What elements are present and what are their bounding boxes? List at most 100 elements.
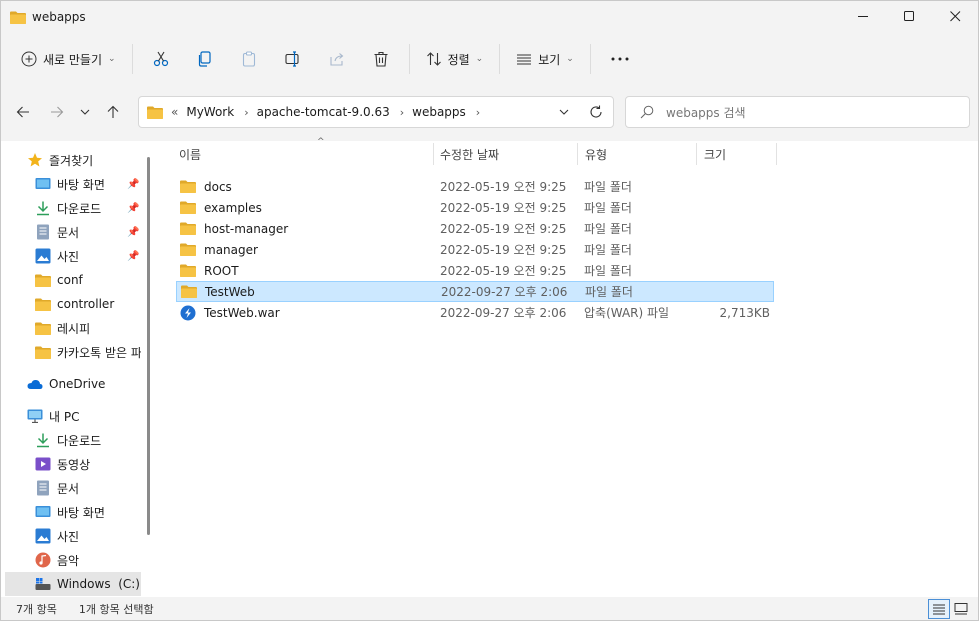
minimize-button[interactable]: [840, 1, 886, 31]
sort-button[interactable]: 정렬 ⌄: [416, 43, 494, 75]
back-button[interactable]: [6, 96, 40, 128]
pin-icon[interactable]: 📌: [127, 251, 139, 262]
computer-icon: [27, 408, 43, 424]
forward-button[interactable]: [40, 96, 74, 128]
search-box[interactable]: webapps 검색: [625, 96, 970, 128]
column-divider[interactable]: [577, 143, 578, 165]
table-row[interactable]: examples 2022-05-19 오전 9:25 파일 폴더: [176, 197, 774, 218]
refresh-button[interactable]: [579, 96, 613, 128]
sidebar-item-kakaotalk[interactable]: 카카오톡 받은 파일: [35, 340, 141, 364]
file-type: 파일 폴더: [585, 285, 633, 299]
details-view-button[interactable]: [928, 599, 950, 619]
large-icons-view-button[interactable]: [950, 599, 972, 619]
paste-button[interactable]: [227, 43, 271, 75]
share-icon: [330, 53, 343, 66]
view-button[interactable]: 보기 ⌄: [506, 43, 584, 75]
sidebar-item-downloads[interactable]: 다운로드 📌: [35, 196, 141, 220]
sidebar-scrollbar[interactable]: [147, 157, 150, 535]
close-button[interactable]: [932, 1, 978, 31]
column-divider[interactable]: [433, 143, 434, 165]
breadcrumb-mywork[interactable]: MyWork: [186, 105, 234, 119]
file-name-cell[interactable]: TestWeb.war: [180, 305, 280, 320]
cut-button[interactable]: [139, 43, 183, 75]
sidebar-item-pc-downloads[interactable]: 다운로드: [35, 428, 141, 452]
table-row[interactable]: docs 2022-05-19 오전 9:25 파일 폴더: [176, 176, 774, 197]
column-header-date[interactable]: 수정한 날짜: [440, 141, 578, 167]
recent-locations-button[interactable]: [74, 96, 96, 128]
table-row[interactable]: TestWeb 2022-09-27 오후 2:06 파일 폴더: [176, 281, 774, 302]
rename-button[interactable]: [271, 43, 315, 75]
column-header-size[interactable]: 크기: [704, 141, 776, 167]
table-row[interactable]: ROOT 2022-05-19 오전 9:25 파일 폴더: [176, 260, 774, 281]
status-bar: 7개 항목 1개 항목 선택함: [1, 598, 978, 620]
sidebar-item-controller[interactable]: controller: [35, 292, 141, 316]
file-name-cell[interactable]: TestWeb: [181, 285, 255, 299]
sidebar-item-desktop[interactable]: 바탕 화면 📌: [35, 172, 141, 196]
column-header-type[interactable]: 유형: [585, 141, 697, 167]
chevron-down-icon: ⌄: [475, 54, 484, 64]
file-date: 2022-05-19 오전 9:25: [440, 180, 567, 194]
column-header-name[interactable]: 이름 ^: [179, 137, 433, 167]
table-row[interactable]: manager 2022-05-19 오전 9:25 파일 폴더: [176, 239, 774, 260]
share-button[interactable]: [315, 43, 359, 75]
refresh-icon: [590, 105, 602, 118]
arrow-left-icon: [16, 106, 29, 118]
chevron-right-icon[interactable]: ›: [476, 106, 480, 119]
sidebar-item-pc-desktop[interactable]: 바탕 화면: [35, 500, 141, 524]
file-date: 2022-05-19 오전 9:25: [440, 222, 567, 236]
file-name: manager: [204, 242, 258, 257]
pin-icon[interactable]: 📌: [127, 179, 139, 190]
delete-button[interactable]: [359, 43, 403, 75]
sidebar-item-recipe[interactable]: 레시피: [35, 316, 141, 340]
folder-icon: [180, 222, 196, 236]
sidebar-item-pc-music[interactable]: 음악: [35, 548, 141, 572]
war-file-icon: [180, 305, 196, 320]
folder-icon: [180, 264, 196, 278]
column-divider[interactable]: [696, 143, 697, 165]
up-button[interactable]: [96, 96, 130, 128]
breadcrumb-webapps[interactable]: webapps: [412, 105, 466, 119]
file-name-cell[interactable]: ROOT: [180, 264, 239, 278]
chevron-right-icon[interactable]: ›: [400, 106, 404, 119]
chevron-down-icon: ⌄: [566, 54, 574, 64]
pin-icon[interactable]: 📌: [127, 227, 139, 238]
sidebar-item-pc-drive-c[interactable]: Windows (C:): [5, 572, 141, 596]
sidebar-item-label: 사진: [57, 529, 80, 544]
new-button[interactable]: 새로 만들기 ⌄: [11, 43, 126, 75]
table-row[interactable]: TestWeb.war 2022-09-27 오후 2:06 압축(WAR) 파일 2…: [176, 302, 774, 323]
breadcrumb-overflow[interactable]: «: [171, 105, 178, 119]
more-options-button[interactable]: [597, 43, 643, 75]
search-icon: [640, 105, 654, 119]
address-bar[interactable]: « MyWork › apache-tomcat-9.0.63 › webapp…: [138, 96, 614, 128]
toolbar-divider: [589, 44, 591, 74]
sidebar-item-documents[interactable]: 문서 📌: [35, 220, 141, 244]
file-name-cell[interactable]: manager: [180, 243, 258, 257]
sidebar-item-this-pc[interactable]: 내 PC: [27, 404, 79, 428]
music-icon: [35, 552, 51, 568]
pin-icon[interactable]: 📌: [127, 203, 139, 214]
sidebar-item-onedrive[interactable]: OneDrive: [27, 372, 105, 396]
file-size: 2,713KB: [719, 305, 770, 320]
sidebar-item-pc-videos[interactable]: 동영상: [35, 452, 141, 476]
desktop-icon: [35, 176, 51, 192]
view-label: 보기: [538, 52, 561, 67]
toolbar-divider: [499, 44, 501, 74]
sidebar-item-quick-access[interactable]: 즐겨찾기: [27, 148, 93, 172]
file-name-cell[interactable]: host-manager: [180, 222, 288, 236]
breadcrumb-tomcat[interactable]: apache-tomcat-9.0.63: [257, 105, 390, 119]
chevron-right-icon[interactable]: ›: [244, 106, 248, 119]
table-row[interactable]: host-manager 2022-05-19 오전 9:25 파일 폴더: [176, 218, 774, 239]
copy-button[interactable]: [183, 43, 227, 75]
sidebar-item-pc-pictures[interactable]: 사진: [35, 524, 141, 548]
maximize-button[interactable]: [886, 1, 932, 31]
column-divider[interactable]: [776, 143, 777, 165]
sidebar-item-pictures[interactable]: 사진 📌: [35, 244, 141, 268]
file-name-cell[interactable]: docs: [180, 180, 232, 194]
address-history-button[interactable]: [549, 96, 579, 128]
sidebar-item-pc-documents[interactable]: 문서: [35, 476, 141, 500]
picture-icon: [35, 248, 51, 264]
sidebar-item-label: 음악: [57, 553, 80, 568]
sidebar-item-conf[interactable]: conf: [35, 268, 141, 292]
file-name-cell[interactable]: examples: [180, 201, 262, 215]
more-icon: [611, 57, 629, 61]
